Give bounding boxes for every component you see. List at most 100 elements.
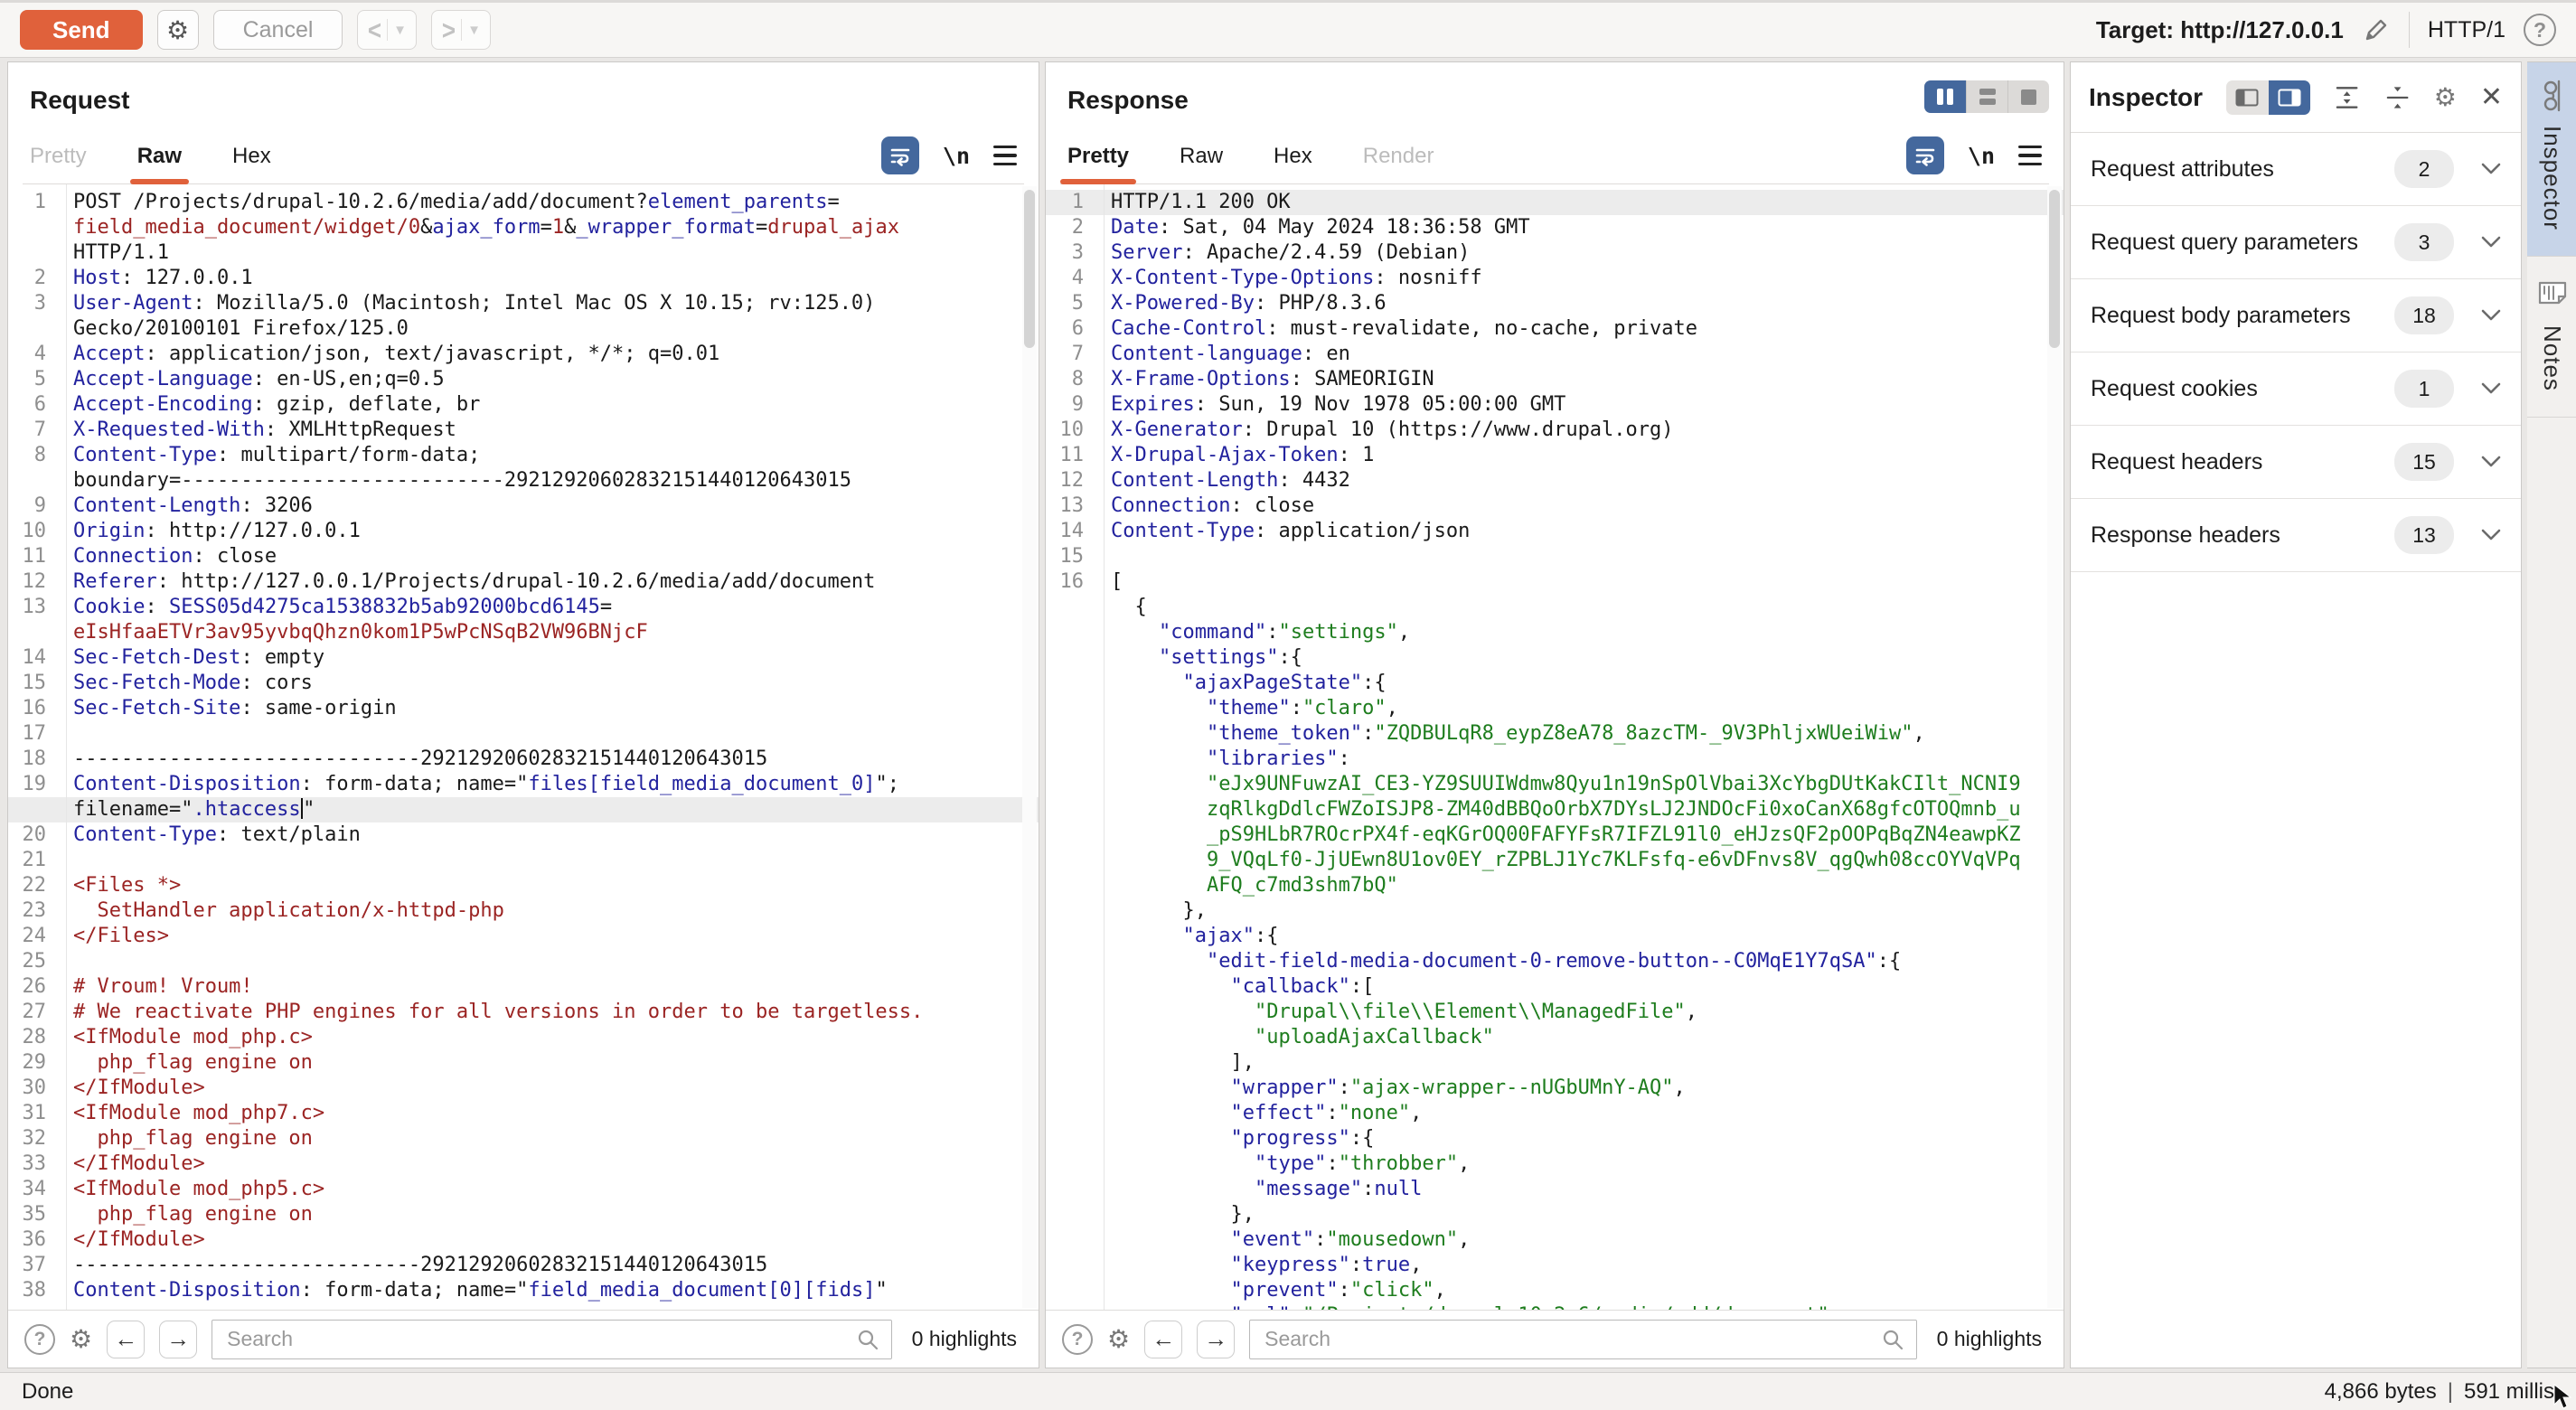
- inspector-sections: Request attributes 2 Request query param…: [2071, 133, 2521, 572]
- code-row: 9Content-Length: 3206: [8, 494, 1039, 519]
- back-request-button[interactable]: < ▼: [357, 10, 417, 50]
- code-row: 10Origin: http://127.0.0.1: [8, 519, 1039, 544]
- magnifier-icon: [856, 1328, 879, 1351]
- chevron-down-icon: [2481, 529, 2501, 541]
- send-settings-gear-icon[interactable]: ⚙: [157, 10, 199, 50]
- code-row: "progress":{: [1046, 1126, 2064, 1152]
- code-row: 15Sec-Fetch-Mode: cors: [8, 671, 1039, 696]
- tab-raw[interactable]: Raw: [137, 144, 182, 183]
- code-row: eIsHfaaETVr3av95yvbqQhzn0kom1P5wPcNSqB2V…: [8, 620, 1039, 645]
- edit-pencil-icon[interactable]: [2362, 15, 2391, 44]
- tab-render[interactable]: Render: [1363, 144, 1434, 183]
- request-scrollbar-thumb[interactable]: [1024, 190, 1035, 348]
- code-row: filename=".htaccess": [8, 797, 1039, 822]
- send-button[interactable]: Send: [20, 10, 143, 50]
- inspector-title: Inspector: [2089, 83, 2203, 112]
- editor-menu-icon[interactable]: [2018, 146, 2042, 166]
- code-row: 28<IfModule mod_php.c>: [8, 1025, 1039, 1050]
- help-icon[interactable]: ?: [2524, 14, 2556, 46]
- code-row: 26# Vroum! Vroum!: [8, 974, 1039, 1000]
- collapse-all-icon[interactable]: [2384, 84, 2411, 111]
- tab-hex[interactable]: Hex: [232, 144, 271, 183]
- tab-hex[interactable]: Hex: [1274, 144, 1312, 183]
- inspector-section-row[interactable]: Request query parameters 3: [2071, 206, 2521, 279]
- tab-pretty[interactable]: Pretty: [30, 144, 87, 183]
- code-row: ],: [1046, 1050, 2064, 1076]
- response-viewer[interactable]: 1HTTP/1.1 200 OK2Date: Sat, 04 May 2024 …: [1046, 184, 2064, 1310]
- request-search-bar: ? ⚙ ← → 0 highlights: [8, 1310, 1039, 1368]
- code-row: "uploadAjaxCallback": [1046, 1025, 2064, 1050]
- code-row: 34<IfModule mod_php5.c>: [8, 1177, 1039, 1202]
- layout-toggle-group: [1924, 80, 2049, 113]
- code-row: 7Content-language: en: [1046, 342, 2064, 367]
- inspector-close-icon[interactable]: ✕: [2480, 81, 2503, 113]
- inspector-section-row[interactable]: Request headers 15: [2071, 426, 2521, 499]
- response-scrollbar-thumb[interactable]: [2049, 190, 2060, 348]
- cancel-button[interactable]: Cancel: [213, 10, 343, 50]
- dock-right-button[interactable]: [2269, 80, 2311, 115]
- side-tab-notes[interactable]: Notes: [2527, 257, 2576, 418]
- code-row: "keypress":true,: [1046, 1253, 2064, 1278]
- word-wrap-icon[interactable]: [881, 136, 919, 174]
- code-row: "prevent":"click",: [1046, 1278, 2064, 1303]
- search-next-button[interactable]: →: [1197, 1321, 1235, 1358]
- inspector-section-row[interactable]: Request cookies 1: [2071, 352, 2521, 426]
- target-url: http://127.0.0.1: [2180, 16, 2344, 43]
- search-help-icon[interactable]: ?: [1062, 1324, 1093, 1355]
- linebreak-toggle-icon[interactable]: \n: [1968, 143, 1995, 169]
- code-row: 29 php_flag engine on: [8, 1050, 1039, 1076]
- http-version-label[interactable]: HTTP/1: [2428, 17, 2505, 43]
- layout-rows-button[interactable]: [1966, 80, 2007, 113]
- linebreak-toggle-icon[interactable]: \n: [943, 143, 970, 169]
- inspector-section-count-badge: 1: [2394, 370, 2454, 408]
- side-tab-inspector[interactable]: Inspector: [2527, 62, 2576, 257]
- magnifier-icon: [1881, 1328, 1904, 1351]
- inspector-section-label: Request body parameters: [2091, 303, 2394, 329]
- code-row: 33</IfModule>: [8, 1152, 1039, 1177]
- tab-pretty[interactable]: Pretty: [1067, 144, 1129, 183]
- inspector-settings-gear-icon[interactable]: ⚙: [2434, 82, 2457, 112]
- code-row: "theme":"claro",: [1046, 696, 2064, 721]
- code-row: "ajaxPageState":{: [1046, 671, 2064, 696]
- code-row: "command":"settings",: [1046, 620, 2064, 645]
- word-wrap-icon[interactable]: [1906, 136, 1944, 174]
- code-row: boundary=---------------------------2921…: [8, 468, 1039, 494]
- expand-all-icon[interactable]: [2334, 84, 2360, 111]
- response-scrollbar[interactable]: [2047, 186, 2062, 1308]
- code-row: "edit-field-media-document-0-remove-butt…: [1046, 949, 2064, 974]
- status-bar: Done 4,866 bytes | 591 millis: [0, 1372, 2576, 1410]
- back-dropdown-caret-icon[interactable]: ▼: [393, 23, 407, 38]
- forward-dropdown-caret-icon[interactable]: ▼: [467, 23, 481, 38]
- target-label: Target: http://127.0.0.1: [2096, 16, 2344, 44]
- inspector-section-count-badge: 13: [2394, 516, 2454, 554]
- forward-request-button[interactable]: > ▼: [431, 10, 491, 50]
- request-editor[interactable]: 1POST /Projects/drupal-10.2.6/media/add/…: [8, 184, 1039, 1310]
- editor-menu-icon[interactable]: [993, 146, 1017, 166]
- code-row: "type":"throbber",: [1046, 1152, 2064, 1177]
- inspector-section-row[interactable]: Request attributes 2: [2071, 133, 2521, 206]
- inspector-dock-toggle: [2226, 80, 2310, 115]
- code-row: 16Sec-Fetch-Site: same-origin: [8, 696, 1039, 721]
- search-prev-button[interactable]: ←: [1144, 1321, 1182, 1358]
- inspector-section-row[interactable]: Request body parameters 18: [2071, 279, 2521, 352]
- search-prev-button[interactable]: ←: [107, 1321, 145, 1358]
- search-help-icon[interactable]: ?: [24, 1324, 55, 1355]
- request-scrollbar[interactable]: [1022, 186, 1037, 1308]
- response-search-input[interactable]: [1249, 1320, 1917, 1359]
- code-row: 4Accept: application/json, text/javascri…: [8, 342, 1039, 367]
- tab-raw[interactable]: Raw: [1180, 144, 1223, 183]
- side-tab-notes-label: Notes: [2538, 325, 2566, 391]
- search-next-button[interactable]: →: [159, 1321, 197, 1358]
- layout-columns-button[interactable]: [1924, 80, 1966, 113]
- mouse-cursor: [2552, 1383, 2574, 1410]
- code-row: 12Content-Length: 4432: [1046, 468, 2064, 494]
- code-row: 3User-Agent: Mozilla/5.0 (Macintosh; Int…: [8, 291, 1039, 316]
- request-search-input[interactable]: [212, 1320, 892, 1359]
- chevron-down-icon: [2481, 163, 2501, 175]
- main-area: Request PrettyRawHex \n: [0, 58, 2576, 1372]
- layout-single-button[interactable]: [2007, 80, 2049, 113]
- search-settings-gear-icon[interactable]: ⚙: [70, 1324, 92, 1354]
- dock-left-button[interactable]: [2226, 80, 2269, 115]
- search-settings-gear-icon[interactable]: ⚙: [1107, 1324, 1130, 1354]
- inspector-section-row[interactable]: Response headers 13: [2071, 499, 2521, 572]
